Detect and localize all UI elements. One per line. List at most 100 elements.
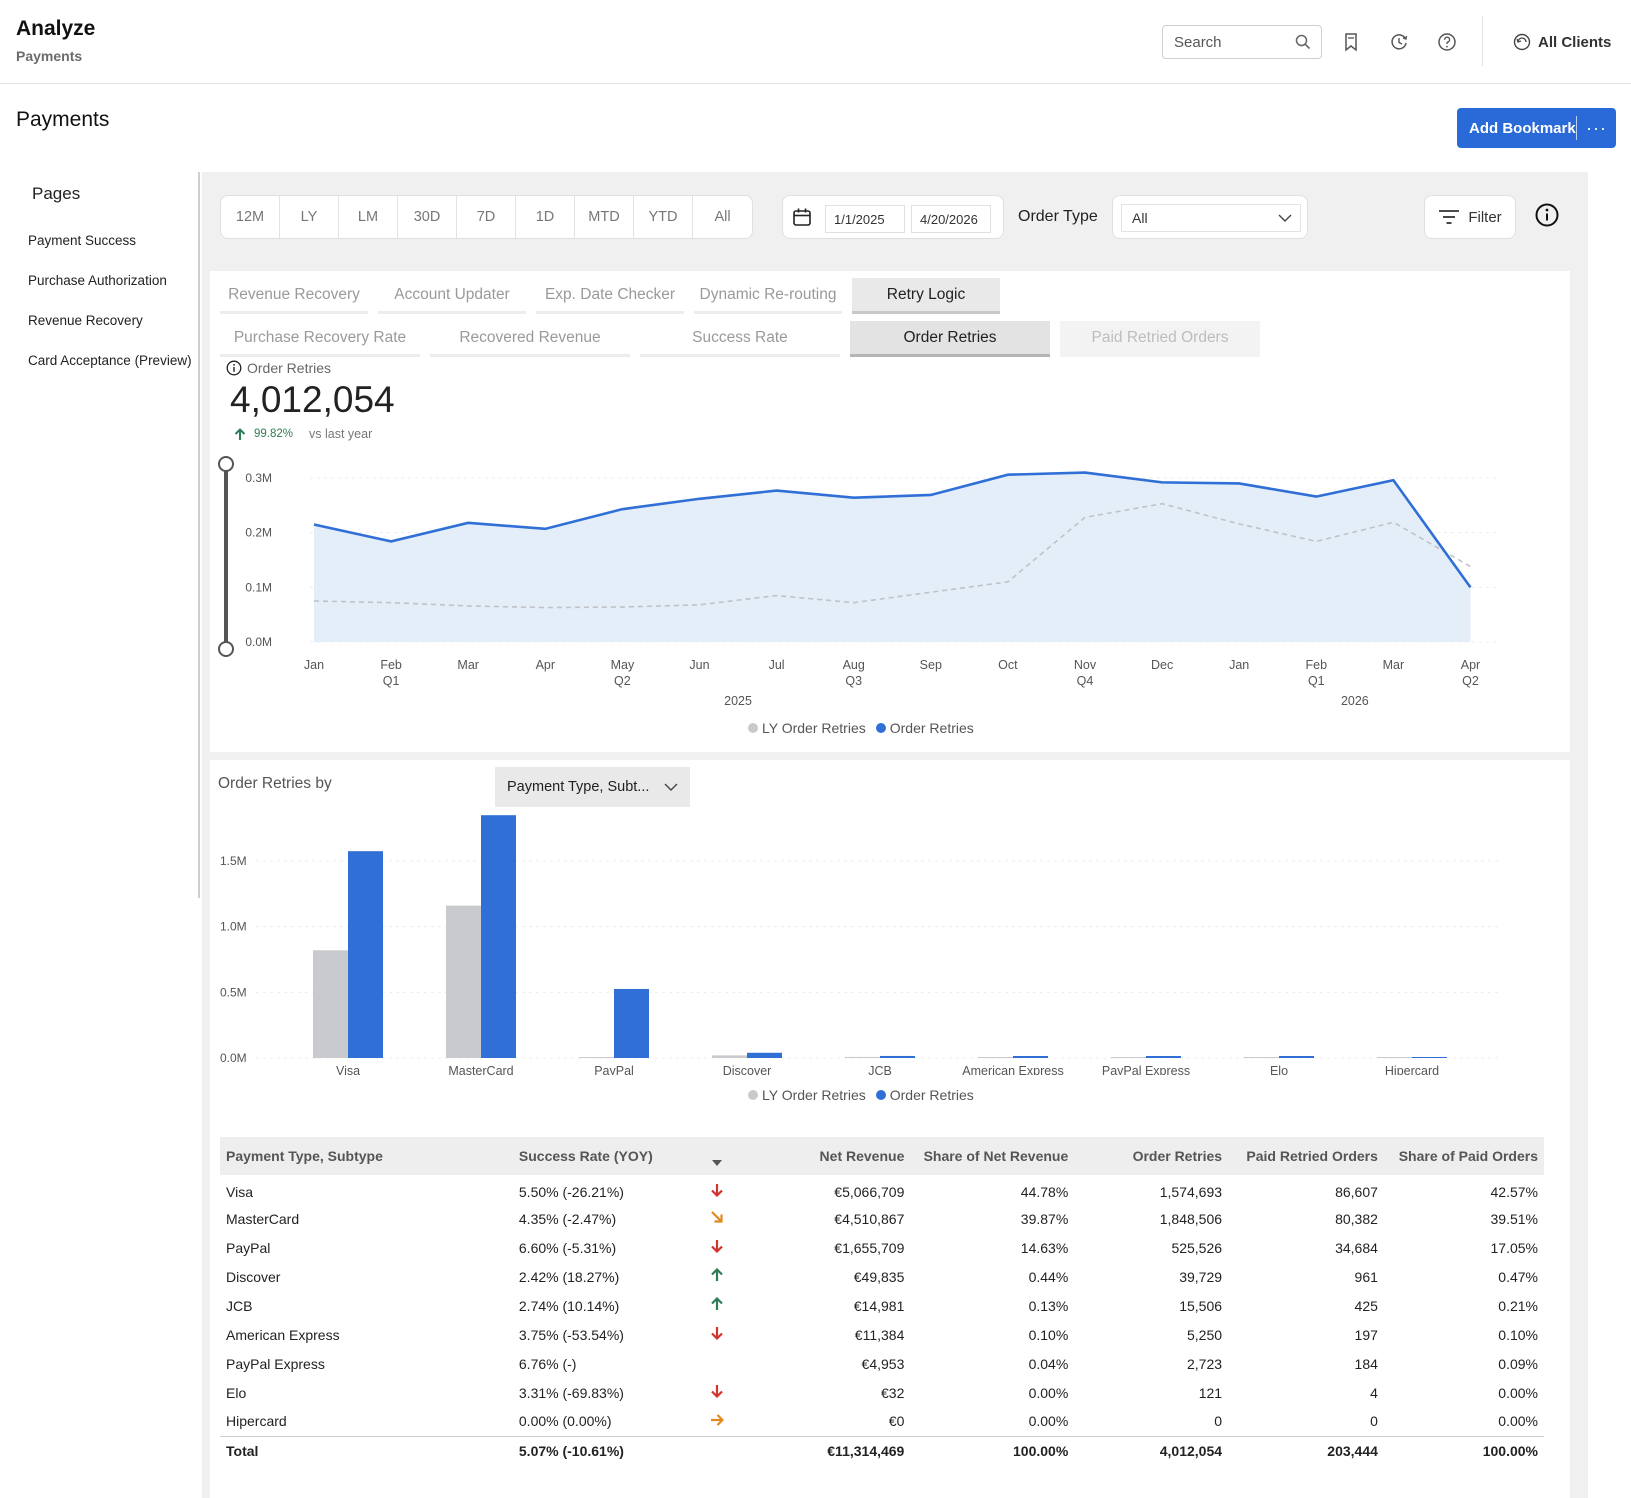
breakdown-dimension-dropdown[interactable]: Payment Type, Subt...	[495, 767, 690, 807]
x-tick-label: Nov	[1074, 658, 1097, 672]
time-button-1d[interactable]: 1D	[516, 196, 575, 238]
sidebar-item-payment-success[interactable]: Payment Success	[28, 233, 194, 248]
cell-payment-type: PayPal Express	[226, 1355, 325, 1372]
cell-paid-retried-orders: 425	[1354, 1297, 1378, 1314]
history-icon[interactable]	[1388, 31, 1410, 53]
total-cell-paid-retried-orders: 203,444	[1228, 1435, 1384, 1466]
column-header-share-net-revenue[interactable]: Share of Net Revenue	[910, 1137, 1075, 1175]
x-tick-label: May	[611, 658, 635, 672]
x-tick-label: Jan	[1229, 658, 1249, 672]
top-divider	[1482, 16, 1483, 66]
time-button-all[interactable]: All	[693, 196, 752, 238]
time-button-12m[interactable]: 12M	[221, 196, 280, 238]
filter-button[interactable]: Filter	[1424, 195, 1516, 239]
range-slider-top-handle[interactable]	[218, 456, 234, 472]
cell-order-retries: 5,250	[1187, 1326, 1223, 1343]
arrow-down-right-icon	[711, 1211, 723, 1223]
sidebar-item-revenue-recovery[interactable]: Revenue Recovery	[28, 313, 194, 328]
column-header-success-rate[interactable]: Success Rate (YOY)	[512, 1137, 696, 1175]
time-button-mtd[interactable]: MTD	[575, 196, 634, 238]
time-button-30d[interactable]: 30D	[398, 196, 457, 238]
cell-share-net-revenue: 39.87%	[1020, 1210, 1069, 1227]
x-tick-label: Mar	[1383, 658, 1405, 672]
cell-payment-type: MasterCard	[226, 1210, 300, 1227]
total-cell-share-paid-orders: 100.00%	[1383, 1435, 1544, 1466]
cell-share-net-revenue: 0.44%	[1028, 1268, 1069, 1285]
y-tick-label: 0.5M	[220, 985, 247, 999]
kpi-label-row: Order Retries	[226, 360, 331, 376]
column-header-payment-type[interactable]: Payment Type, Subtype	[220, 1137, 513, 1175]
cell-trend	[696, 1175, 738, 1204]
order-type-select[interactable]: All	[1121, 204, 1301, 232]
tab-success-rate[interactable]: Success Rate	[640, 321, 840, 357]
column-header-share-paid-orders[interactable]: Share of Paid Orders	[1383, 1137, 1544, 1175]
all-clients-button[interactable]: All Clients	[1512, 30, 1611, 54]
time-button-lm[interactable]: LM	[339, 196, 398, 238]
cell-payment-type: Discover	[226, 1268, 281, 1285]
info-icon[interactable]	[1534, 202, 1560, 228]
cell-share-paid-orders: 0.47%	[1498, 1268, 1538, 1285]
x-tick-label: Jul	[769, 658, 785, 672]
sidebar-item-card-acceptance[interactable]: Card Acceptance (Preview)	[28, 353, 194, 368]
quarter-tick-label: Q2	[614, 674, 631, 688]
help-icon[interactable]	[1436, 31, 1458, 53]
cell-trend	[696, 1233, 738, 1262]
table-row[interactable]: JCB 2.74% (10.14%) €14,981 0.13% 15,506 425 0.…	[220, 1291, 1544, 1320]
tab-exp-date-checker[interactable]: Exp. Date Checker	[536, 278, 684, 314]
kpi-info-icon[interactable]	[226, 360, 242, 376]
cell-trend	[696, 1320, 738, 1349]
year-tick-label: 2026	[1341, 694, 1369, 706]
table-row[interactable]: PayPal 6.60% (-5.31%) €1,655,709 14.63% 525,…	[220, 1233, 1544, 1262]
time-button-ytd[interactable]: YTD	[634, 196, 693, 238]
add-bookmark-button[interactable]: Add Bookmark	[1457, 120, 1576, 137]
table-row[interactable]: American Express 3.75% (-53.54%) €11,384 0.…	[220, 1320, 1544, 1349]
cell-payment-type: Hipercard	[226, 1413, 287, 1430]
x-tick-label: Jun	[689, 658, 709, 672]
quarter-tick-label: Q3	[845, 674, 862, 688]
range-slider-bottom-handle[interactable]	[218, 641, 234, 657]
sidebar-item-purchase-authorization[interactable]: Purchase Authorization	[28, 273, 194, 288]
tab-purchase-recovery-rate[interactable]: Purchase Recovery Rate	[220, 321, 420, 357]
time-button-ly[interactable]: LY	[280, 196, 339, 238]
total-cell-payment-type: Total	[220, 1435, 513, 1466]
calendar-icon[interactable]	[791, 206, 813, 228]
more-options-button[interactable]: ···	[1577, 108, 1616, 148]
chevron-down-icon	[664, 783, 678, 791]
tab-recovered-revenue[interactable]: Recovered Revenue	[430, 321, 630, 357]
bookmark-icon[interactable]	[1340, 31, 1362, 53]
kpi-delta-percent: 99.82%	[254, 428, 294, 440]
table-row[interactable]: Discover 2.42% (18.27%) €49,835 0.44% 39,729…	[220, 1262, 1544, 1291]
tab-order-retries[interactable]: Order Retries	[850, 321, 1050, 357]
table-row[interactable]: Hipercard 0.00% (0.00%) €0 0.00% 0 0 0.00%	[220, 1407, 1544, 1436]
column-header-sort[interactable]	[695, 1137, 738, 1175]
cell-order-retries: 2,723	[1187, 1355, 1223, 1372]
cell-net-revenue: €32	[881, 1384, 905, 1401]
bar-ly-order-retries	[1244, 1057, 1279, 1058]
tab-dynamic-rerouting[interactable]: Dynamic Re-routing	[694, 278, 842, 314]
table-total-row: Total 5.07% (-10.61%) €11,314,469 100.00% 4,…	[220, 1435, 1544, 1466]
legend-ly-dot	[748, 723, 758, 733]
table-row[interactable]: Visa 5.50% (-26.21%) €5,066,709 44.78% 1,574…	[220, 1175, 1544, 1204]
bar-order-retries	[1412, 1057, 1447, 1058]
time-button-7d[interactable]: 7D	[457, 196, 516, 238]
bar-ly-order-retries	[845, 1056, 880, 1058]
table-header-row: Payment Type, Subtype Success Rate (YOY)…	[220, 1137, 1544, 1175]
search-icon[interactable]	[1294, 33, 1312, 51]
end-date-input[interactable]	[911, 205, 991, 233]
tab-revenue-recovery[interactable]: Revenue Recovery	[220, 278, 368, 314]
start-date-input[interactable]	[825, 205, 905, 233]
order-type-dropdown: All	[1112, 195, 1308, 239]
table-row[interactable]: PayPal Express 6.76% (-) €4,953 0.04% 2,723 1…	[220, 1349, 1544, 1378]
column-header-order-retries[interactable]: Order Retries	[1074, 1137, 1229, 1175]
column-header-paid-retried-orders[interactable]: Paid Retried Orders	[1228, 1137, 1384, 1175]
tab-account-updater[interactable]: Account Updater	[378, 278, 526, 314]
x-tick-label: Oct	[998, 658, 1018, 672]
tab-retry-logic[interactable]: Retry Logic	[852, 278, 1000, 314]
y-tick-label: 0.3M	[245, 471, 272, 485]
cell-order-retries: 1,574,693	[1159, 1183, 1223, 1200]
table-row[interactable]: MasterCard 4.35% (-2.47%) €4,510,867 39.87%…	[220, 1204, 1544, 1233]
area-fill-order-retries	[314, 472, 1471, 642]
column-header-net-revenue[interactable]: Net Revenue	[737, 1137, 911, 1175]
quarter-tick-label: Q1	[383, 674, 400, 688]
table-row[interactable]: Elo 3.31% (-69.83%) €32 0.00% 121 4 0.00%	[220, 1378, 1544, 1407]
